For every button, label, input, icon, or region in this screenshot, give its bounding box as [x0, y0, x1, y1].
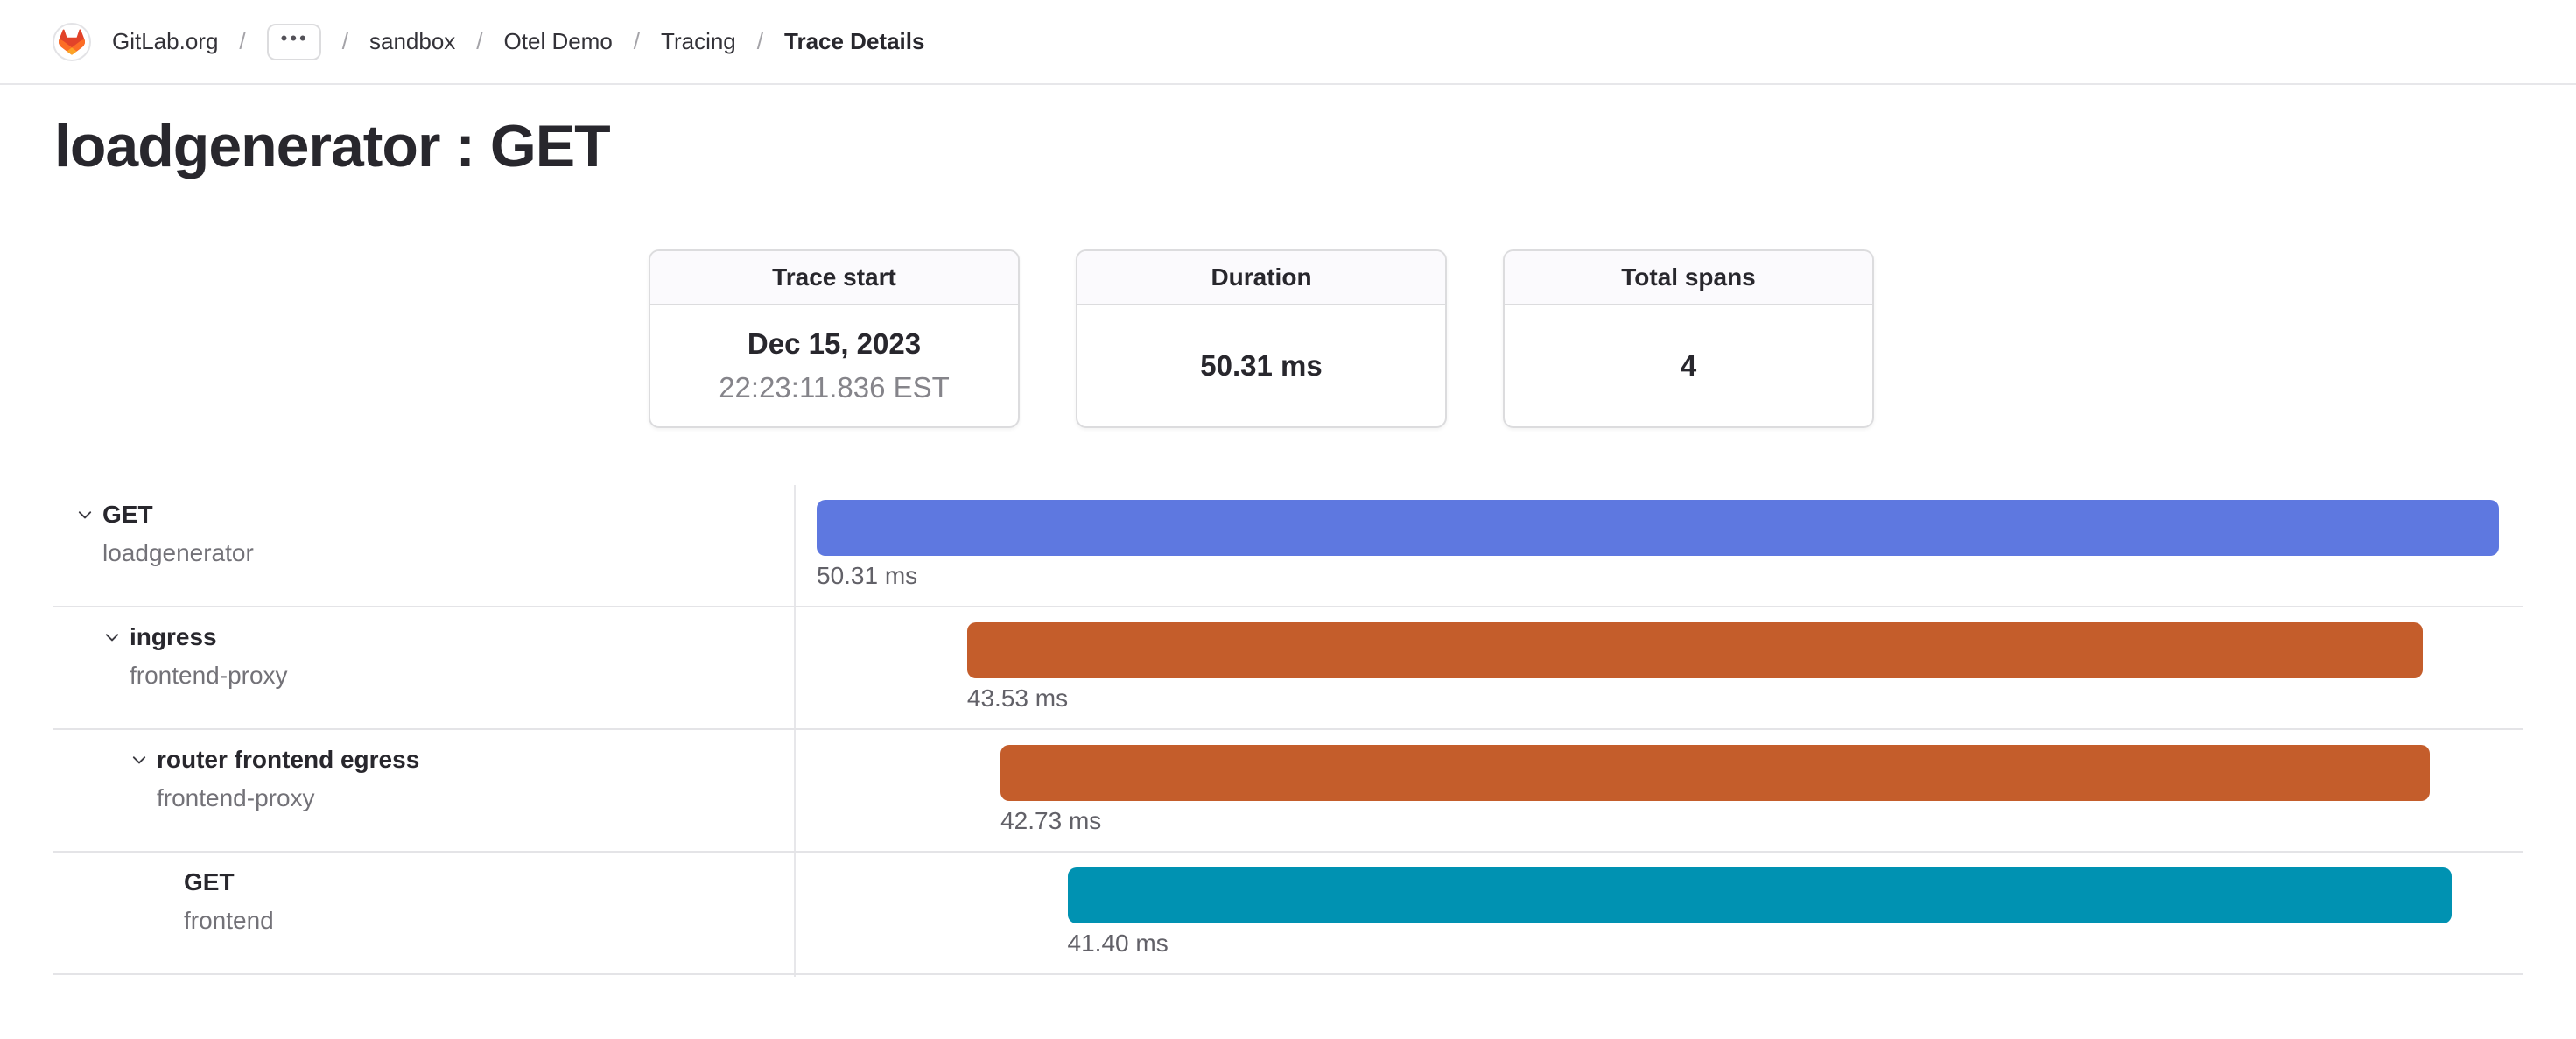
trace-start-time: 22:23:11.836 EST: [719, 371, 950, 404]
span-service: loadgenerator: [102, 537, 254, 569]
breadcrumb-separator: /: [342, 28, 348, 55]
span-duration-bar[interactable]: [967, 622, 2423, 678]
gitlab-group-avatar[interactable]: [53, 23, 91, 61]
span-label: router frontend egress frontend-proxy: [0, 730, 794, 853]
span-operation: GET: [184, 867, 274, 898]
breadcrumb-collapsed-ellipsis-button[interactable]: •••: [267, 24, 321, 60]
span-duration-label: 50.31 ms: [817, 562, 917, 590]
span-row: router frontend egress frontend-proxy 42…: [0, 730, 2576, 853]
trace-waterfall: GET loadgenerator 50.31 ms ingress front…: [0, 485, 2576, 977]
chevron-down-icon: [102, 628, 122, 647]
breadcrumb-item-group[interactable]: GitLab.org: [112, 28, 218, 55]
chevron-down-icon: [130, 750, 149, 769]
trace-start-date: Dec 15, 2023: [748, 327, 921, 361]
span-row: ingress frontend-proxy 43.53 ms: [0, 607, 2576, 730]
page-title: loadgenerator : GET: [54, 112, 610, 180]
span-duration-label: 43.53 ms: [967, 684, 1068, 713]
span-track: 41.40 ms: [794, 853, 2576, 975]
trace-start-card: Trace start Dec 15, 2023 22:23:11.836 ES…: [649, 249, 1020, 428]
span-service: frontend-proxy: [130, 660, 288, 691]
span-duration-bar[interactable]: [817, 500, 2499, 556]
span-duration-label: 41.40 ms: [1068, 930, 1169, 958]
span-track: 43.53 ms: [794, 607, 2576, 730]
span-service: frontend: [184, 905, 274, 937]
breadcrumb-item-otel-demo[interactable]: Otel Demo: [504, 28, 613, 55]
total-spans-card: Total spans 4: [1503, 249, 1874, 428]
span-rows: GET loadgenerator 50.31 ms ingress front…: [0, 485, 2576, 975]
breadcrumb-separator: /: [239, 28, 245, 55]
span-operation: router frontend egress: [157, 744, 419, 776]
trace-start-card-header: Trace start: [650, 251, 1018, 305]
span-label: ingress frontend-proxy: [0, 607, 794, 730]
span-collapse-toggle[interactable]: [75, 499, 102, 530]
breadcrumb-bar: GitLab.org / ••• / sandbox / Otel Demo /…: [0, 0, 2576, 85]
span-operation: ingress: [130, 621, 288, 653]
breadcrumb-item-tracing[interactable]: Tracing: [661, 28, 736, 55]
breadcrumb-item-trace-details: Trace Details: [784, 28, 924, 55]
breadcrumb-item-sandbox[interactable]: sandbox: [369, 28, 455, 55]
span-track: 42.73 ms: [794, 730, 2576, 853]
breadcrumb-separator: /: [476, 28, 482, 55]
span-track: 50.31 ms: [794, 485, 2576, 607]
duration-card-header: Duration: [1077, 251, 1445, 305]
total-spans-card-header: Total spans: [1505, 251, 1872, 305]
span-duration-bar[interactable]: [1068, 867, 2453, 923]
span-collapse-toggle[interactable]: [130, 744, 157, 776]
gitlab-tanuki-icon: [59, 29, 85, 55]
span-duration-bar[interactable]: [1000, 745, 2429, 801]
span-operation: GET: [102, 499, 254, 530]
span-collapse-toggle[interactable]: [102, 621, 130, 653]
span-service: frontend-proxy: [157, 783, 419, 814]
trace-summary-cards: Trace start Dec 15, 2023 22:23:11.836 ES…: [649, 249, 1874, 428]
chevron-down-icon: [75, 505, 95, 524]
span-row: GET frontend 41.40 ms: [0, 853, 2576, 975]
span-label: GET frontend: [0, 853, 794, 975]
duration-card: Duration 50.31 ms: [1076, 249, 1447, 428]
duration-value: 50.31 ms: [1200, 349, 1322, 383]
breadcrumb-separator: /: [634, 28, 640, 55]
breadcrumb-separator: /: [757, 28, 763, 55]
span-duration-label: 42.73 ms: [1000, 807, 1101, 835]
total-spans-value: 4: [1681, 349, 1696, 383]
breadcrumb: GitLab.org / ••• / sandbox / Otel Demo /…: [53, 23, 924, 61]
span-row: GET loadgenerator 50.31 ms: [0, 485, 2576, 607]
span-label: GET loadgenerator: [0, 485, 794, 607]
